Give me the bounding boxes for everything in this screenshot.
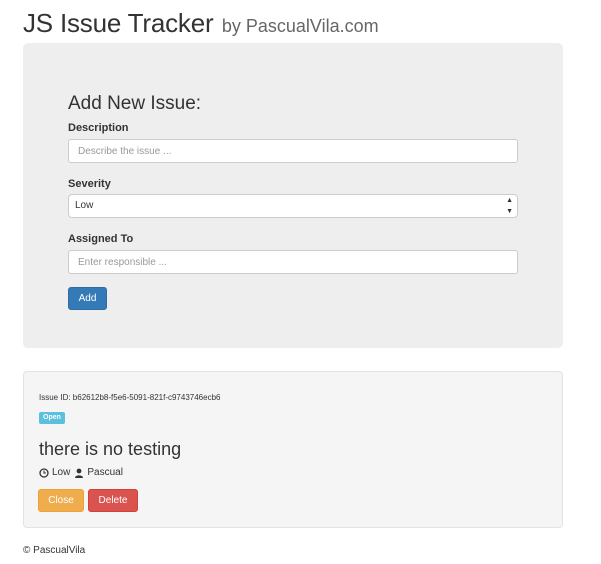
status-badge: Open: [39, 412, 65, 424]
add-button[interactable]: Add: [68, 287, 107, 310]
app-title: JS Issue Tracker: [23, 8, 214, 38]
issue-assignee: Pascual: [87, 467, 123, 478]
severity-label: Severity: [68, 178, 111, 190]
issue-description: there is no testing: [39, 439, 182, 459]
description-label: Description: [68, 122, 129, 134]
issue-id: Issue ID: b62612b8-f5e6-5091-821f-c97437…: [39, 393, 221, 402]
description-input[interactable]: [68, 139, 518, 163]
delete-button[interactable]: Delete: [88, 489, 138, 512]
clock-icon: [39, 467, 49, 478]
severity-select[interactable]: Low ▲ ▼: [68, 194, 518, 218]
user-icon: [74, 468, 84, 478]
updown-arrows-icon: ▲ ▼: [506, 197, 513, 215]
page-header: JS Issue Tracker by PascualVila.com: [23, 8, 379, 39]
assigned-to-input[interactable]: [68, 250, 518, 274]
issue-meta: Low Pascual: [39, 467, 127, 478]
issue-severity: Low: [52, 467, 71, 478]
assigned-to-label: Assigned To: [68, 233, 134, 245]
issue-card: Issue ID: b62612b8-f5e6-5091-821f-c97437…: [23, 371, 563, 528]
app-subtitle: by PascualVila.com: [221, 16, 379, 36]
add-issue-form: Add New Issue: Description Severity Low …: [23, 43, 563, 348]
close-button[interactable]: Close: [38, 489, 84, 512]
footer-copyright: © PascualVila: [23, 545, 86, 556]
form-heading: Add New Issue:: [68, 93, 202, 114]
severity-selected-value: Low: [75, 200, 94, 211]
